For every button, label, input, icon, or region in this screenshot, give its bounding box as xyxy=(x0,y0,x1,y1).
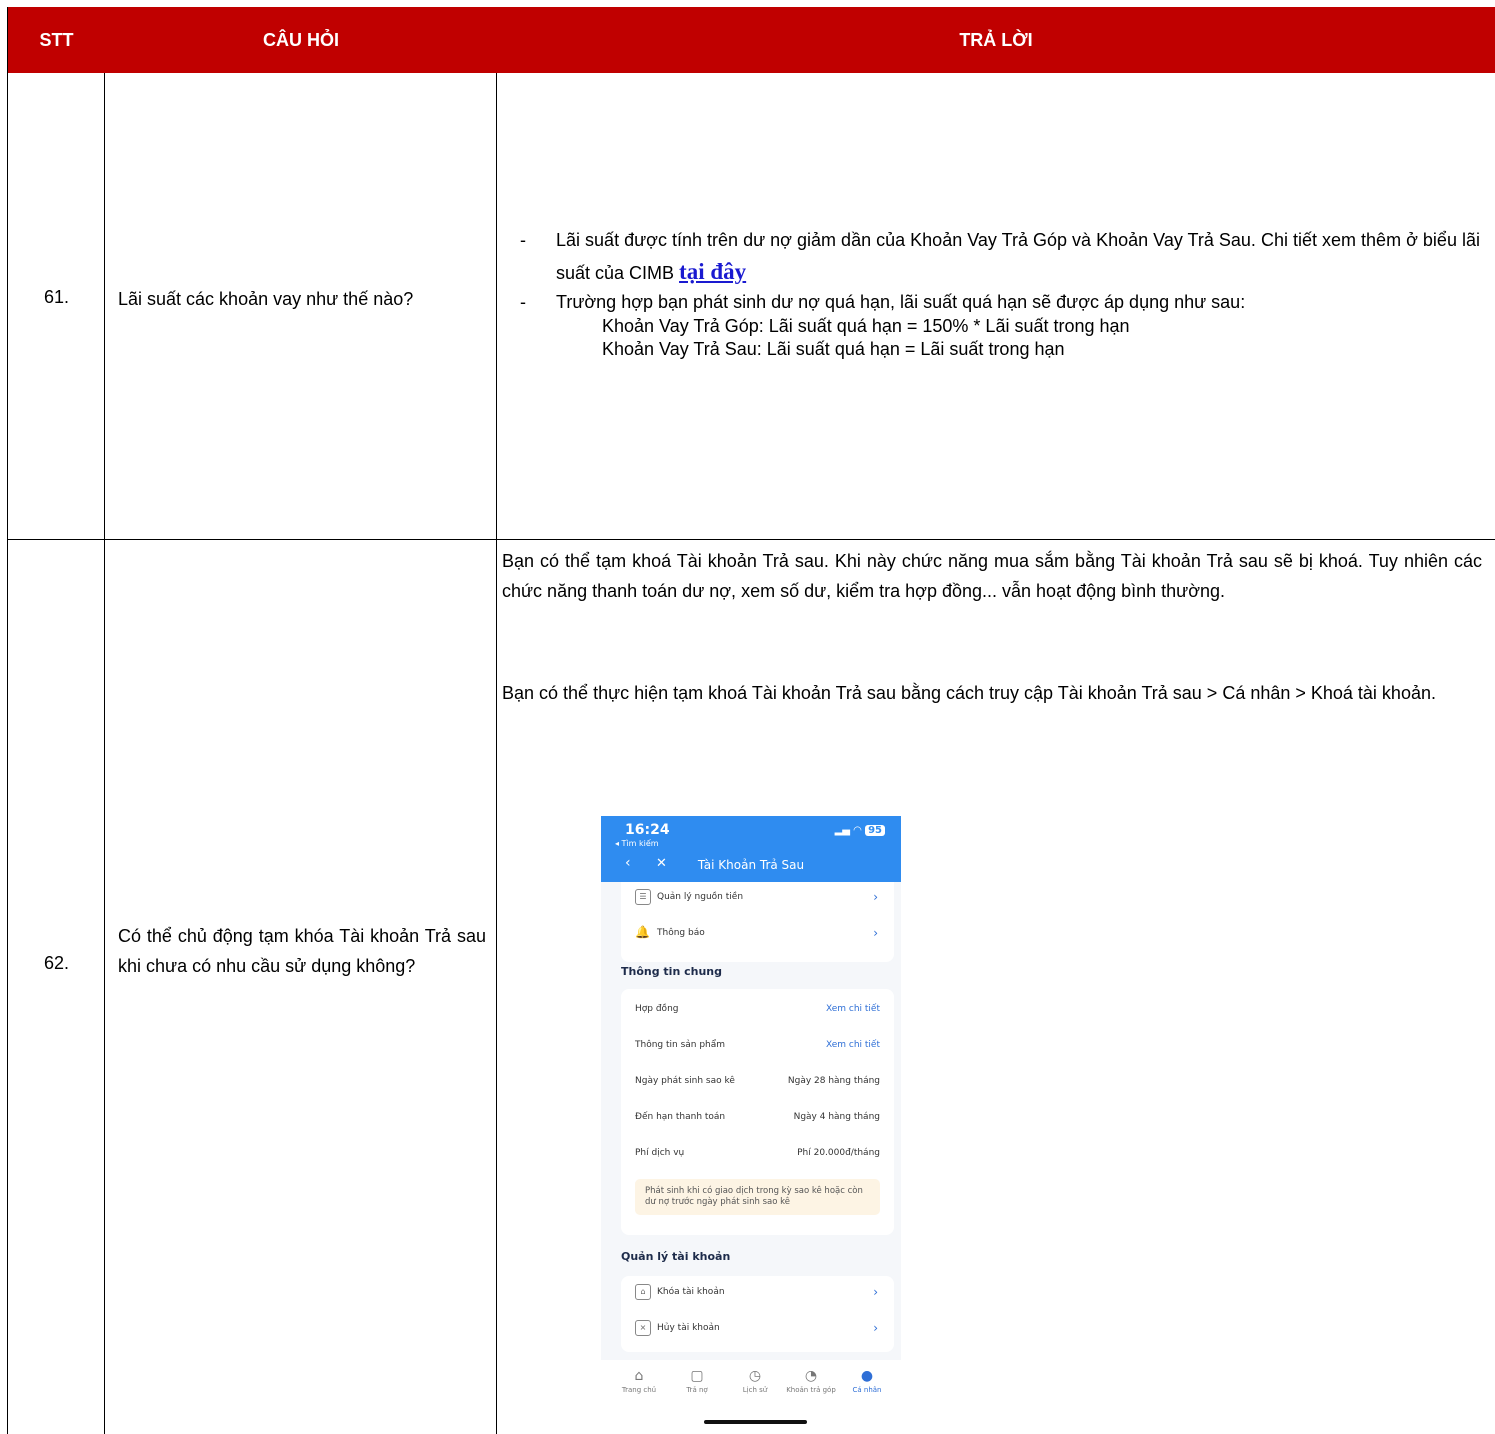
bullet-dash: - xyxy=(520,230,526,250)
answer-paragraph: Bạn có thể thực hiện tạm khoá Tài khoản … xyxy=(502,683,1436,703)
info-row: Ngày phát sinh sao kê Ngày 28 hàng tháng xyxy=(621,1065,894,1101)
section-title: Thông tin chung xyxy=(621,965,723,978)
header-stt: STT xyxy=(39,29,74,50)
bullet-dash: - xyxy=(520,292,526,312)
info-value: Xem chi tiết xyxy=(825,1004,880,1014)
answer-bullet: - Lãi suất được tính trên dư nợ giảm dần… xyxy=(520,224,1480,289)
menu-label: Thông báo xyxy=(657,928,705,938)
clock-icon: ◷ xyxy=(748,1368,762,1384)
info-value: Ngày 4 hàng tháng xyxy=(793,1112,880,1122)
app-title: Tài Khoản Trả Sau xyxy=(697,858,805,872)
row-62-question: Có thể chủ động tạm khóa Tài khoản Trả s… xyxy=(118,926,486,976)
row-61-question: Lãi suất các khoản vay như thế nào? xyxy=(118,289,414,309)
header-answer: TRẢ LỜI xyxy=(959,29,1033,50)
info-label: Hợp đồng xyxy=(635,1004,679,1014)
header-question: CÂU HỎI xyxy=(263,29,339,50)
info-row: Phí dịch vụ Phí 20.000đ/tháng xyxy=(621,1137,894,1173)
chevron-right-icon: › xyxy=(873,1321,878,1335)
info-label: Phí dịch vụ xyxy=(635,1148,685,1158)
user-icon: ● xyxy=(860,1368,874,1384)
tab-label: Trả nợ xyxy=(686,1386,708,1394)
menu-label: Quản lý nguồn tiền xyxy=(657,892,744,902)
menu-item-lock-account: ⌂ Khóa tài khoản › xyxy=(621,1277,894,1313)
row-61-stt: 61. xyxy=(43,287,70,307)
pie-icon: ◔ xyxy=(804,1368,818,1384)
row-62-stt: 62. xyxy=(43,953,70,973)
tab-installments: ◔ Khoản trả góp xyxy=(781,1368,841,1394)
account-card: ⌂ Khóa tài khoản › × Hủy tài khoản › xyxy=(621,1276,894,1352)
info-label: Thông tin sản phẩm xyxy=(635,1040,726,1050)
menu-card: ☰ Quản lý nguồn tiền › 🔔 Thông báo › xyxy=(621,882,894,962)
menu-item-notifications: 🔔 Thông báo › xyxy=(621,918,894,954)
info-row: Hợp đồng Xem chi tiết xyxy=(621,993,894,1029)
info-row: Đến hạn thanh toán Ngày 4 hàng tháng xyxy=(621,1101,894,1137)
chevron-right-icon: › xyxy=(873,1285,878,1299)
status-time: 16:24 xyxy=(625,822,670,838)
battery-icon: 95 xyxy=(865,825,885,836)
column-divider xyxy=(496,73,497,1434)
row-divider xyxy=(8,539,1495,540)
overdue-installment-rate: Khoản Vay Trả Góp: Lãi suất quá hạn = 15… xyxy=(602,316,1130,336)
overdue-paylater-rate: Khoản Vay Trả Sau: Lãi suất quá hạn = Lã… xyxy=(602,339,1065,359)
back-to-search: ◂ Tìm kiếm xyxy=(615,839,659,848)
lock-icon: ⌂ xyxy=(635,1284,651,1300)
chevron-right-icon: › xyxy=(873,890,878,904)
cancel-icon: × xyxy=(635,1320,651,1336)
answer-bullet: - Trường hợp bạn phát sinh dư nợ quá hạn… xyxy=(520,289,1480,315)
info-label: Ngày phát sinh sao kê xyxy=(635,1076,735,1086)
info-label: Đến hạn thanh toán xyxy=(635,1112,726,1122)
menu-label: Hủy tài khoản xyxy=(657,1323,720,1333)
bullet-text: Trường hợp bạn phát sinh dư nợ quá hạn, … xyxy=(556,292,1246,312)
column-divider xyxy=(104,73,105,1434)
tab-label: Cá nhân xyxy=(852,1386,882,1394)
tab-repay: ▢ Trả nợ xyxy=(667,1368,727,1394)
tab-label: Trang chủ xyxy=(621,1386,657,1394)
tab-label: Khoản trả góp xyxy=(786,1386,836,1394)
info-value: Ngày 28 hàng tháng xyxy=(787,1076,880,1086)
app-header: 16:24 ◂ Tìm kiếm ▂▄ ◠ 95 ‹ ✕ Tài Khoản T… xyxy=(601,816,901,882)
info-value: Xem chi tiết xyxy=(825,1040,880,1050)
home-icon: ⌂ xyxy=(634,1368,644,1384)
info-row: Thông tin sản phẩm Xem chi tiết xyxy=(621,1029,894,1065)
menu-item-funding: ☰ Quản lý nguồn tiền › xyxy=(621,882,894,918)
info-value: Phí 20.000đ/tháng xyxy=(797,1148,880,1158)
fee-notice: Phát sinh khi có giao dịch trong kỳ sao … xyxy=(635,1179,880,1215)
app-screenshot: 16:24 ◂ Tìm kiếm ▂▄ ◠ 95 ‹ ✕ Tài Khoản T… xyxy=(601,816,901,1432)
answer-paragraph: Bạn có thể tạm khoá Tài khoản Trả sau. K… xyxy=(502,551,1482,601)
tab-history: ◷ Lịch sử xyxy=(725,1368,785,1394)
menu-item-cancel-account: × Hủy tài khoản › xyxy=(621,1313,894,1349)
signal-wifi-icon: ▂▄ ◠ 95 xyxy=(835,825,885,836)
row-61-answer: - Lãi suất được tính trên dư nợ giảm dần… xyxy=(520,224,1480,361)
tab-bar: ⌂ Trang chủ ▢ Trả nợ ◷ Lịch sử ◔ Khoản t… xyxy=(601,1360,901,1432)
bell-icon: 🔔 xyxy=(635,925,650,939)
chevron-right-icon: › xyxy=(873,926,878,940)
tab-label: Lịch sử xyxy=(742,1386,768,1394)
receipt-icon: ▢ xyxy=(690,1368,704,1384)
menu-label: Khóa tài khoản xyxy=(657,1287,725,1297)
tab-home: ⌂ Trang chủ xyxy=(609,1368,669,1394)
interest-rate-link[interactable]: tại đây xyxy=(679,259,746,284)
section-title: Quản lý tài khoản xyxy=(621,1250,731,1263)
tab-personal: ● Cá nhân xyxy=(837,1368,897,1394)
table-header: STT CÂU HỎI TRẢ LỜI xyxy=(8,7,1495,73)
wallet-icon: ☰ xyxy=(635,889,651,905)
home-indicator xyxy=(704,1420,807,1424)
general-info-card: Hợp đồng Xem chi tiết Thông tin sản phẩm… xyxy=(621,989,894,1235)
row-62-answer: Bạn có thể tạm khoá Tài khoản Trả sau. K… xyxy=(502,546,1482,708)
